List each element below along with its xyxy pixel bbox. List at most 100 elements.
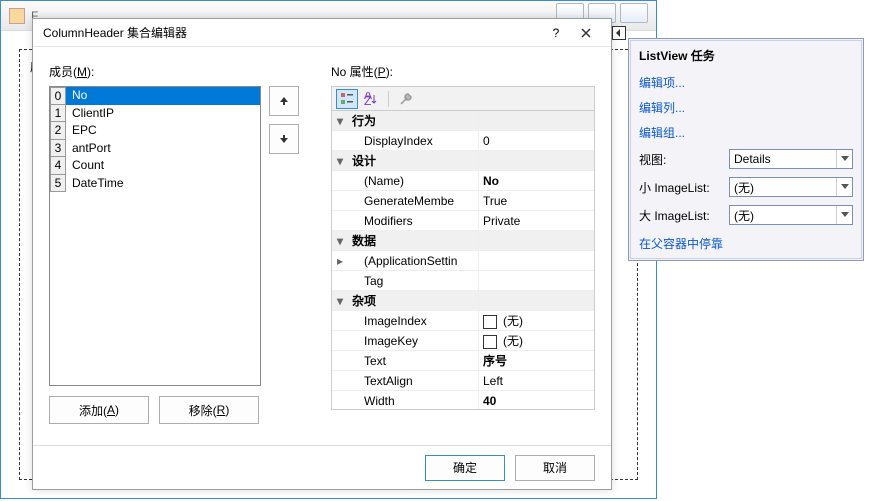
prop-key-displayindex: DisplayIndex: [348, 131, 478, 150]
list-item[interactable]: 5DateTime: [50, 175, 260, 193]
alphabetical-button[interactable]: AZ: [360, 89, 382, 109]
close-window-button[interactable]: [620, 3, 648, 23]
list-item-name: DateTime: [66, 175, 260, 193]
listview-tasks-panel: ListView 任务 编辑项... 编辑列... 编辑组... 视图: Det…: [628, 38, 864, 261]
prop-key-imageindex: ImageIndex: [348, 311, 478, 330]
move-up-button[interactable]: [269, 86, 299, 116]
list-item-index: 1: [50, 105, 66, 123]
property-row[interactable]: TextAlignLeft: [332, 371, 594, 391]
categorized-button[interactable]: [336, 89, 358, 109]
alphabetical-icon: AZ: [364, 92, 378, 106]
view-label: 视图:: [639, 151, 729, 168]
small-imagelist-select[interactable]: (无): [729, 177, 853, 197]
arrow-up-icon: [279, 96, 289, 106]
collapse-icon[interactable]: ▾: [332, 291, 348, 310]
category-misc: 杂项: [348, 291, 478, 310]
list-item[interactable]: 4Count: [50, 157, 260, 175]
prop-val-modifiers: Private: [478, 211, 594, 230]
toolbar-divider: [388, 91, 389, 107]
view-select-value: Details: [734, 152, 771, 166]
properties-label: No 属性(P):: [331, 63, 595, 80]
prop-val-name: No: [478, 171, 594, 190]
prop-key-tag: Tag: [348, 271, 478, 290]
large-imagelist-label: 大 ImageList:: [639, 207, 729, 224]
list-item[interactable]: 0No: [50, 87, 260, 105]
property-row[interactable]: DisplayIndex0: [332, 131, 594, 151]
property-pages-button[interactable]: [395, 89, 417, 109]
collection-editor-dialog: ColumnHeader 集合编辑器 ? 成员(M): 0No1ClientIP…: [32, 18, 612, 490]
edit-items-link[interactable]: 编辑项...: [631, 70, 861, 95]
category-behavior: 行为: [348, 111, 478, 130]
list-item[interactable]: 2EPC: [50, 122, 260, 140]
ok-button[interactable]: 确定: [425, 455, 505, 481]
list-item-name: EPC: [66, 122, 260, 140]
large-imagelist-value: (无): [734, 207, 754, 224]
property-row[interactable]: GenerateMembeTrue: [332, 191, 594, 211]
svg-text:Z: Z: [364, 94, 371, 106]
tasks-title: ListView 任务: [631, 41, 861, 70]
dock-parent-link[interactable]: 在父容器中停靠: [631, 229, 861, 258]
categorized-icon: [340, 92, 354, 106]
chevron-left-icon: [615, 29, 623, 37]
dialog-titlebar: ColumnHeader 集合编辑器 ?: [33, 19, 611, 47]
dialog-title-text: ColumnHeader 集合编辑器: [43, 24, 541, 41]
close-button[interactable]: [571, 19, 601, 47]
prop-key-appsettings: (ApplicationSettin: [348, 251, 478, 270]
move-down-button[interactable]: [269, 124, 299, 154]
prop-key-imagekey: ImageKey: [348, 331, 478, 350]
list-item-index: 5: [50, 175, 66, 193]
expand-icon[interactable]: ▸: [332, 251, 348, 270]
prop-val-generatemember: True: [478, 191, 594, 210]
property-row[interactable]: ImageKey(无): [332, 331, 594, 351]
members-listbox[interactable]: 0No1ClientIP2EPC3antPort4Count5DateTime: [49, 86, 261, 386]
prop-key-textalign: TextAlign: [348, 371, 478, 390]
add-button[interactable]: 添加(A): [49, 396, 149, 424]
collapse-icon[interactable]: ▾: [332, 151, 348, 170]
empty-image-icon: [483, 315, 497, 329]
collapse-icon[interactable]: ▾: [332, 231, 348, 250]
dialog-footer: 确定 取消: [33, 445, 611, 489]
list-item-name: Count: [66, 157, 260, 175]
collapse-icon[interactable]: ▾: [332, 111, 348, 130]
empty-image-icon: [483, 335, 497, 349]
list-item-name: antPort: [66, 140, 260, 158]
property-row[interactable]: Text序号: [332, 351, 594, 371]
small-imagelist-value: (无): [734, 179, 754, 196]
edit-columns-link[interactable]: 编辑列...: [631, 95, 861, 120]
cancel-button[interactable]: 取消: [515, 455, 595, 481]
list-item[interactable]: 1ClientIP: [50, 105, 260, 123]
form-icon: [9, 8, 25, 24]
prop-val-displayindex: 0: [478, 131, 594, 150]
prop-key-name: (Name): [348, 171, 478, 190]
smart-tag-anchor[interactable]: [612, 26, 626, 40]
remove-button[interactable]: 移除(R): [159, 396, 259, 424]
large-imagelist-select[interactable]: (无): [729, 205, 853, 225]
view-select[interactable]: Details: [729, 149, 853, 169]
chevron-down-icon: [836, 178, 852, 196]
help-button[interactable]: ?: [541, 19, 571, 47]
help-icon: ?: [553, 26, 560, 40]
category-data: 数据: [348, 231, 478, 250]
list-item-index: 0: [50, 87, 66, 105]
category-design: 设计: [348, 151, 478, 170]
property-grid-toolbar: AZ: [331, 86, 595, 110]
members-label: 成员(M):: [49, 63, 303, 80]
property-row[interactable]: Tag: [332, 271, 594, 291]
arrow-down-icon: [279, 134, 289, 144]
list-item-name: ClientIP: [66, 105, 260, 123]
list-item-name: No: [66, 87, 260, 105]
property-row[interactable]: ▸(ApplicationSettin: [332, 251, 594, 271]
chevron-down-icon: [836, 206, 852, 224]
property-row[interactable]: Width40: [332, 391, 594, 410]
property-grid[interactable]: ▾行为 DisplayIndex0 ▾设计 (Name)No GenerateM…: [331, 110, 595, 410]
edit-groups-link[interactable]: 编辑组...: [631, 120, 861, 145]
prop-val-imagekey: (无): [478, 331, 594, 350]
prop-key-modifiers: Modifiers: [348, 211, 478, 230]
prop-val-textalign: Left: [478, 371, 594, 390]
small-imagelist-label: 小 ImageList:: [639, 179, 729, 196]
property-row[interactable]: ImageIndex(无): [332, 311, 594, 331]
property-row[interactable]: ModifiersPrivate: [332, 211, 594, 231]
property-row[interactable]: (Name)No: [332, 171, 594, 191]
list-item[interactable]: 3antPort: [50, 140, 260, 158]
prop-key-width: Width: [348, 391, 478, 410]
